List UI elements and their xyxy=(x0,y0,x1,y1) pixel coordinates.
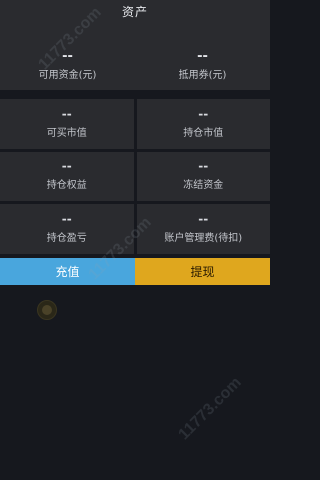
position-pnl-label: 持仓盈亏 xyxy=(46,233,87,245)
asset-page: 资产 -- 可用资金(元) -- 抵用券(元) -- 可买市值 -- 持仓市值 … xyxy=(0,0,270,480)
frozen-funds-cell: -- 冻结资金 xyxy=(136,151,270,202)
asset-details-grid: -- 可买市值 -- 持仓市值 -- 持仓权益 -- 冻结资金 -- 持仓盈亏 … xyxy=(0,99,270,254)
asset-summary: -- 可用资金(元) -- 抵用券(元) xyxy=(0,22,270,90)
voucher-label: 抵用券(元) xyxy=(178,70,227,81)
voucher-value: -- xyxy=(197,49,208,64)
floating-badge-dot xyxy=(42,305,52,315)
buyable-value-value: -- xyxy=(61,106,72,121)
position-pnl-value: -- xyxy=(61,212,72,227)
position-value-label: 持仓市值 xyxy=(183,127,224,139)
position-equity-label: 持仓权益 xyxy=(46,180,87,192)
deposit-button[interactable]: 充值 xyxy=(0,258,135,285)
header-bar: 资产 xyxy=(0,0,270,22)
floating-badge-icon[interactable] xyxy=(37,300,57,320)
page-title: 资产 xyxy=(121,4,148,19)
position-pnl-cell: -- 持仓盈亏 xyxy=(0,204,134,254)
action-bar: 充值 提现 xyxy=(0,258,270,285)
withdraw-button[interactable]: 提现 xyxy=(135,258,270,285)
frozen-funds-label: 冻结资金 xyxy=(183,180,224,192)
position-value-value: -- xyxy=(198,106,209,121)
buyable-value-cell: -- 可买市值 xyxy=(0,99,134,149)
management-fee-value: -- xyxy=(198,212,209,227)
available-funds-cell: -- 可用资金(元) xyxy=(0,22,135,90)
available-funds-value: -- xyxy=(62,49,73,64)
management-fee-label: 账户管理费(待扣) xyxy=(164,233,243,245)
voucher-cell: -- 抵用券(元) xyxy=(135,22,270,90)
management-fee-cell: -- 账户管理费(待扣) xyxy=(136,204,270,254)
position-equity-cell: -- 持仓权益 xyxy=(0,151,134,202)
buyable-value-label: 可买市值 xyxy=(46,127,87,139)
frozen-funds-value: -- xyxy=(198,159,209,174)
position-equity-value: -- xyxy=(61,159,72,174)
watermark: 11773.com xyxy=(175,374,245,444)
available-funds-label: 可用资金(元) xyxy=(38,70,97,81)
position-value-cell: -- 持仓市值 xyxy=(136,99,270,149)
